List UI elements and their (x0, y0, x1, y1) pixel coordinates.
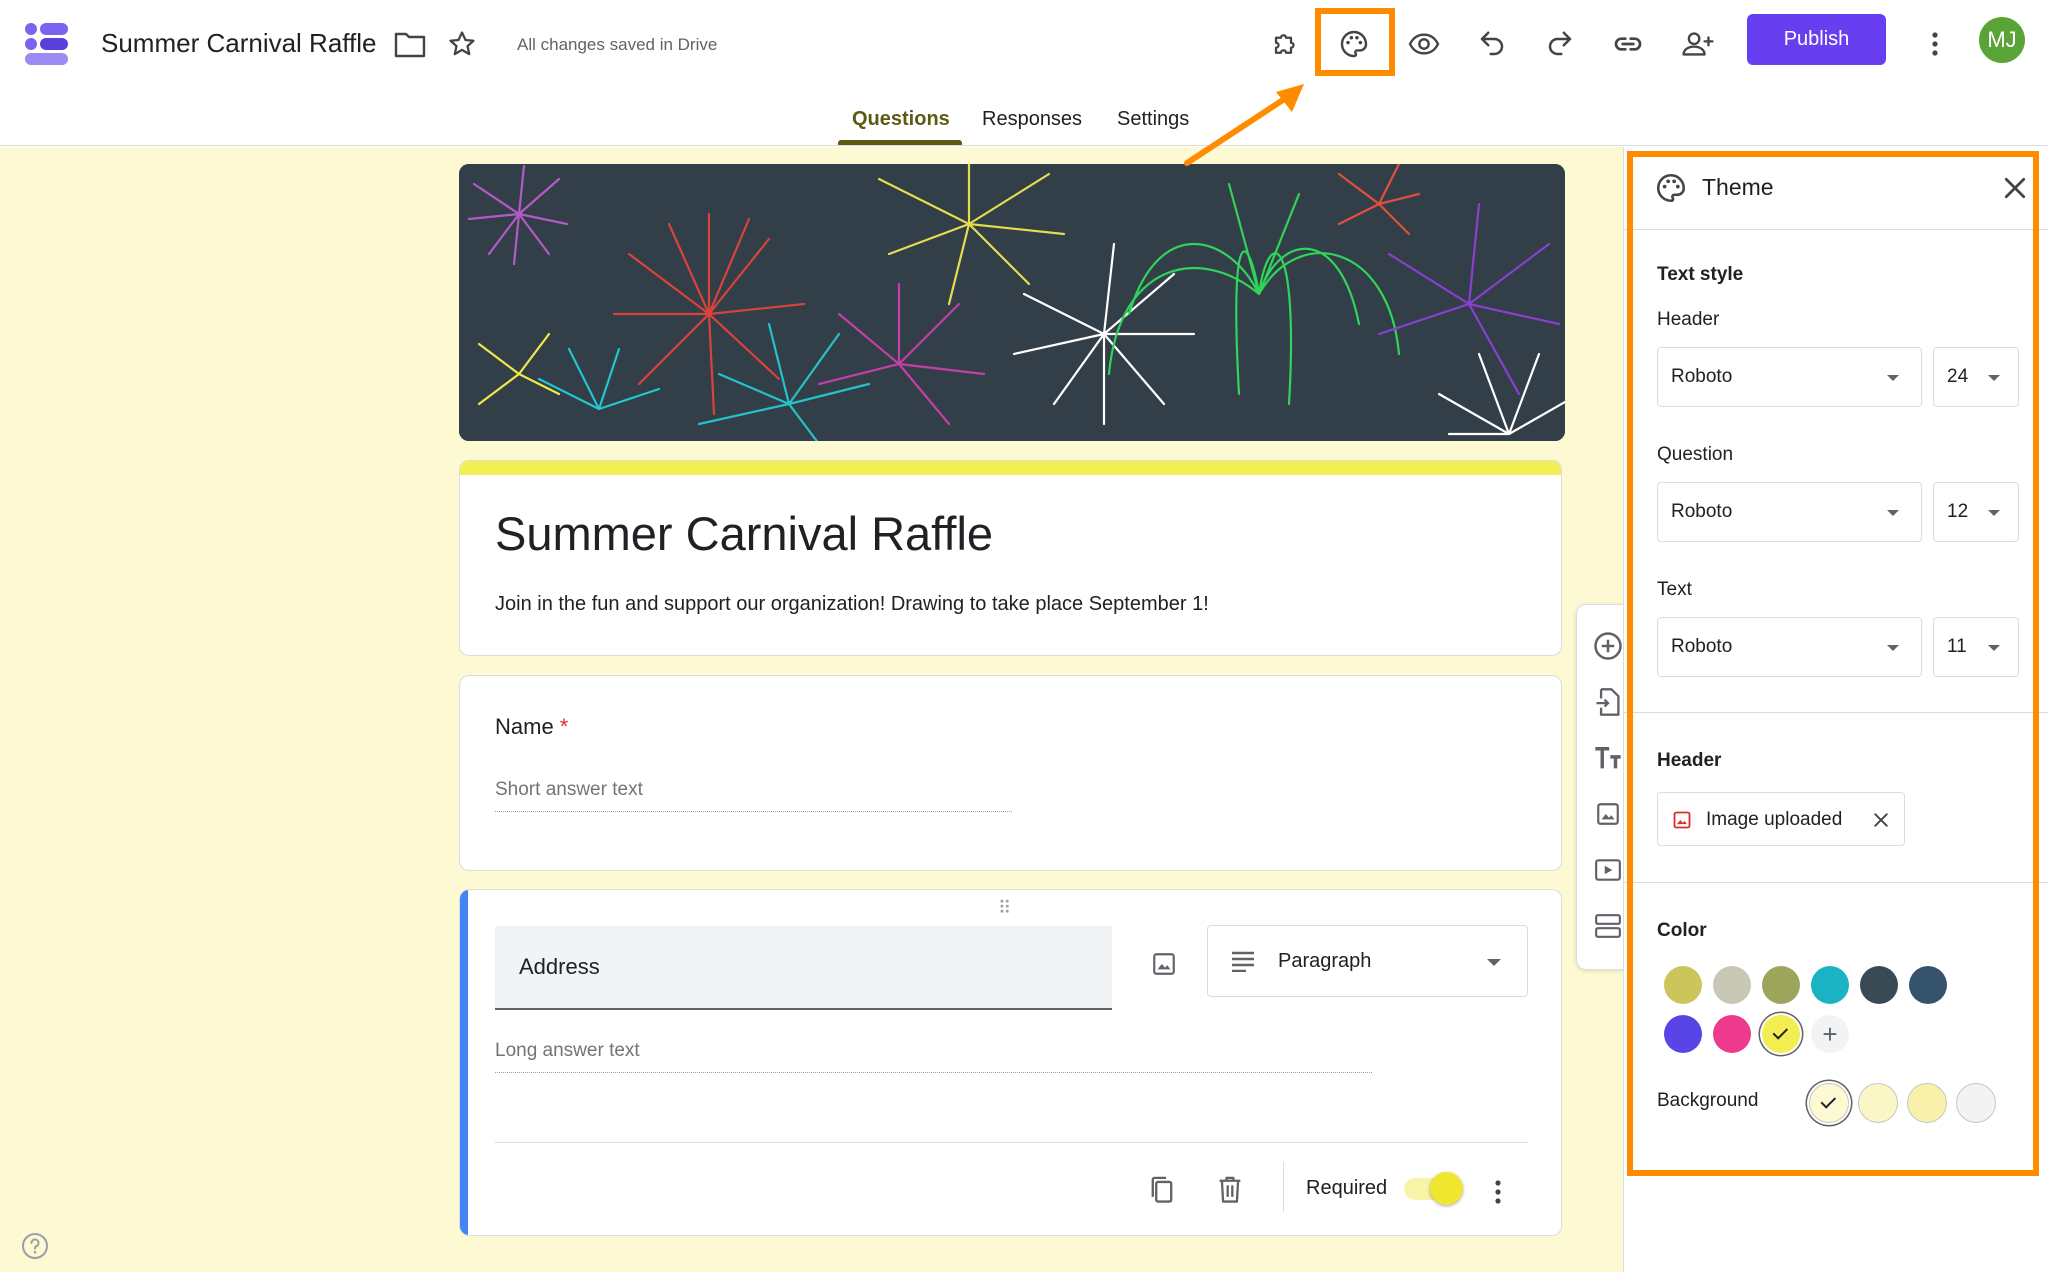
toggle-knob (1430, 1172, 1463, 1205)
short-answer-placeholder: Short answer text (495, 779, 1012, 812)
required-toggle[interactable] (1404, 1172, 1463, 1205)
add-image-icon[interactable] (1591, 797, 1625, 831)
help-icon[interactable] (20, 1231, 50, 1261)
publish-button[interactable]: Publish (1747, 14, 1886, 65)
more-options-icon[interactable] (1911, 20, 1959, 68)
palette-highlight-box (1315, 8, 1395, 76)
active-tab-indicator (838, 140, 962, 145)
add-image-icon[interactable] (1140, 940, 1188, 988)
star-icon[interactable] (446, 29, 478, 59)
add-collaborator-icon[interactable] (1674, 20, 1722, 68)
footer-separator (1283, 1162, 1284, 1212)
addons-puzzle-icon[interactable] (1262, 20, 1310, 68)
form-description[interactable]: Join in the fun and support our organiza… (495, 593, 1209, 616)
required-asterisk: * (559, 714, 569, 739)
question-title: Name * (495, 714, 568, 740)
card-footer-divider (495, 1142, 1528, 1143)
title-card-accent (460, 461, 1561, 475)
link-icon[interactable] (1604, 20, 1652, 68)
theme-panel-highlight-box (1627, 151, 2039, 1176)
form-title[interactable]: Summer Carnival Raffle (495, 506, 993, 561)
form-title-card[interactable]: Summer Carnival Raffle Join in the fun a… (459, 460, 1562, 656)
question-type-label: Paragraph (1278, 950, 1372, 972)
paragraph-icon (1232, 951, 1254, 972)
drag-handle-icon[interactable]: ⠿ (998, 898, 1012, 919)
folder-icon[interactable] (394, 30, 426, 58)
undo-icon[interactable] (1468, 20, 1516, 68)
import-questions-icon[interactable] (1591, 685, 1625, 719)
delete-icon[interactable] (1208, 1168, 1252, 1212)
duplicate-icon[interactable] (1140, 1168, 1184, 1212)
add-title-icon[interactable] (1591, 741, 1625, 775)
form-tabs: Questions Responses Settings (0, 88, 2048, 146)
chevron-down-icon (1487, 959, 1501, 966)
header-banner-image (459, 164, 1565, 441)
save-status: All changes saved in Drive (517, 35, 718, 54)
annotation-arrow (1184, 84, 1304, 166)
question-title-text: Name (495, 714, 554, 739)
question-more-icon[interactable] (1478, 1170, 1518, 1214)
forms-logo-icon[interactable] (22, 18, 72, 68)
tab-questions[interactable]: Questions (852, 108, 950, 131)
preview-eye-icon[interactable] (1400, 20, 1448, 68)
question-title-input[interactable]: Address (495, 926, 1112, 1010)
tab-settings[interactable]: Settings (1117, 108, 1189, 131)
active-card-indicator (460, 890, 468, 1235)
doc-title[interactable]: Summer Carnival Raffle (101, 28, 377, 59)
add-question-icon[interactable] (1591, 629, 1625, 663)
add-video-icon[interactable] (1591, 853, 1625, 887)
add-section-icon[interactable] (1591, 909, 1625, 943)
question-type-dropdown[interactable]: Paragraph (1207, 925, 1528, 997)
avatar[interactable]: MJ (1979, 17, 2025, 63)
required-label: Required (1306, 1177, 1388, 1199)
redo-icon[interactable] (1536, 20, 1584, 68)
question-card-address[interactable]: ⠿ Address Paragraph Long answer text Req… (459, 889, 1562, 1236)
top-bar: Summer Carnival Raffle All changes saved… (0, 0, 2048, 88)
long-answer-placeholder: Long answer text (495, 1040, 1372, 1073)
question-card-name[interactable]: Name * Short answer text (459, 675, 1562, 871)
tab-responses[interactable]: Responses (982, 108, 1082, 131)
